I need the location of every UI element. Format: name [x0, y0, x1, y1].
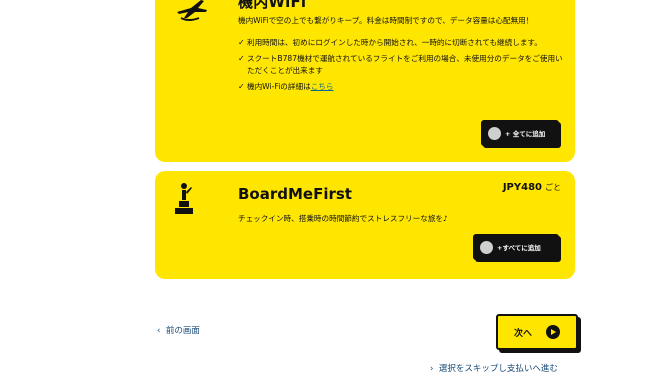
next-button[interactable]: 次へ	[496, 314, 578, 350]
wifi-add-all-button[interactable]: + 全てに追加	[481, 120, 559, 146]
wifi-bullet: ✓ スクートB787機材で運航されているフライトをご利用の場合、未使用分のデータを…	[238, 53, 563, 76]
wifi-bullet: ✓ 利用時間は、初めにログインした時から開始され、一時的に切断されても継続します。	[238, 37, 568, 50]
boardmefirst-add-all-button[interactable]: +すべてに追加	[473, 234, 559, 260]
check-icon: ✓	[238, 53, 245, 63]
wifi-add-label: + 全てに追加	[505, 130, 546, 138]
check-icon: ✓	[238, 81, 245, 91]
wifi-bullet: ✓ 機内Wi-Fiの詳細はこちら	[238, 81, 568, 94]
back-link[interactable]: ‹ 前の画面	[157, 324, 200, 336]
wifi-title: 機内WiFi	[238, 0, 307, 11]
toggle-circle-icon	[480, 240, 493, 254]
boardmefirst-title: BoardMeFirst	[238, 185, 352, 203]
toggle-circle-icon	[488, 126, 501, 140]
arrow-right-icon	[546, 325, 560, 339]
boardmefirst-price: JPY480 ごと	[502, 182, 561, 193]
boardmefirst-add-label: +すべてに追加	[497, 244, 541, 252]
boardmefirst-description: チェックイン時、搭乗時の時間節約でストレスフリーな旅を♪	[238, 214, 448, 223]
boardmefirst-addon-card: BoardMeFirst JPY480 ごと チェックイン時、搭乗時の時間節約でス…	[155, 171, 575, 279]
airplane-wifi-icon	[177, 0, 207, 21]
wifi-addon-card: 機内WiFi 機内WiFiで空の上でも繋がりキープ。料金は時間制ですので、データ…	[155, 0, 575, 162]
check-icon: ✓	[238, 38, 245, 47]
wifi-bullet-list: ✓ 利用時間は、初めにログインした時から開始され、一時的に切断されても継続します。…	[238, 37, 568, 96]
chevron-right-icon: ›	[430, 364, 434, 374]
chevron-left-icon: ‹	[157, 326, 161, 336]
wifi-details-link[interactable]: こちら	[311, 82, 334, 91]
wifi-description: 機内WiFiで空の上でも繋がりキープ。料金は時間制ですので、データ容量は心配無用…	[238, 16, 534, 25]
skip-to-payment-link[interactable]: › 選択をスキップし支払いへ進む	[430, 362, 558, 374]
priority-boarding-icon	[175, 183, 193, 214]
